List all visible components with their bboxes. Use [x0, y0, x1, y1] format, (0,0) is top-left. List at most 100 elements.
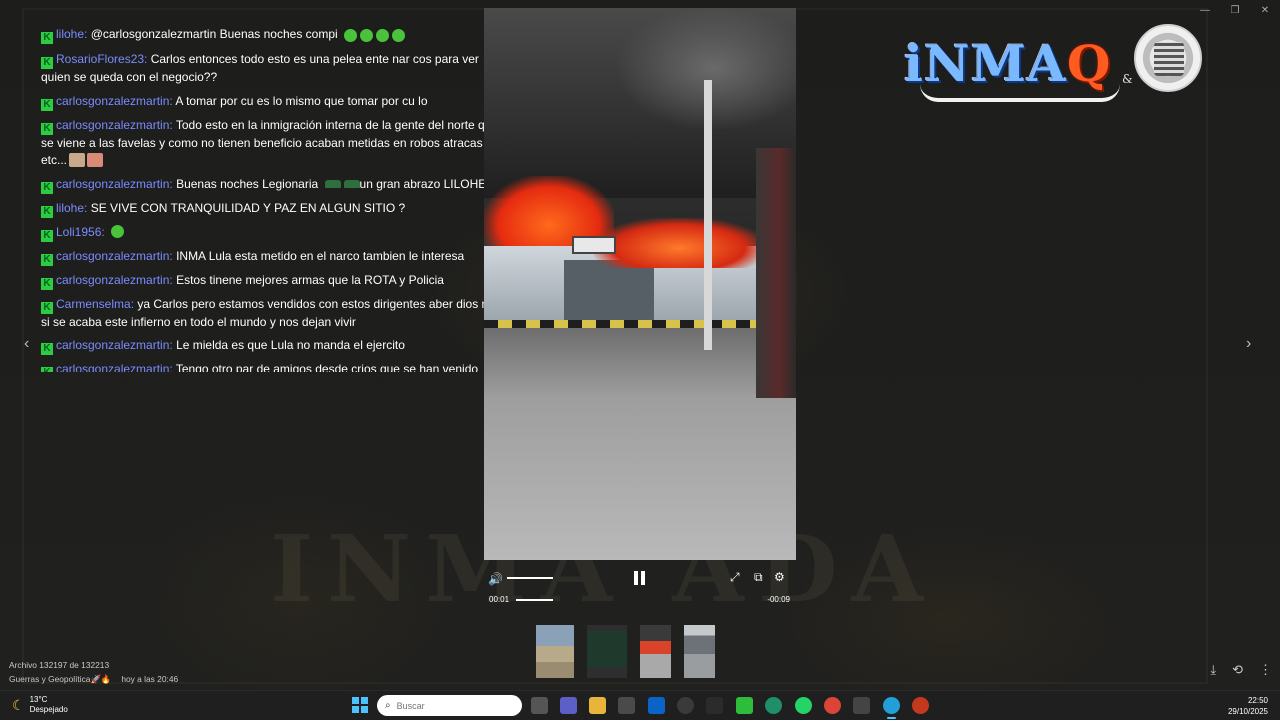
sick-face-emoji-icon: [360, 29, 374, 42]
file-counter: Archivo 132197 de 132213: [9, 660, 110, 670]
channel-name[interactable]: Guerras y Geopolítica🚀🔥: [9, 674, 111, 684]
video-pole: [704, 80, 712, 350]
kick-badge-icon: K: [41, 98, 53, 111]
kick-badge-icon: K: [41, 253, 53, 266]
volume-slider[interactable]: [507, 577, 553, 579]
windows-start-icon[interactable]: [352, 697, 368, 713]
kick-badge-icon: K: [41, 229, 53, 242]
thumbnail[interactable]: [587, 625, 627, 678]
sick-face-emoji-icon: [392, 29, 406, 42]
chat-username[interactable]: carlosgonzalezmartin: [56, 273, 169, 287]
video-curb: [484, 320, 796, 328]
sick-face-emoji-icon: [111, 224, 125, 238]
app-icon[interactable]: [853, 697, 870, 714]
car-emoji-icon: [324, 179, 341, 188]
chat-username[interactable]: lilohe: [56, 201, 84, 215]
kick-badge-icon: K: [41, 122, 53, 135]
download-icon[interactable]: ⤓: [1210, 662, 1216, 678]
task-view-icon[interactable]: [531, 697, 548, 714]
powerpoint-icon[interactable]: [912, 697, 929, 714]
chat-text: Buenas noches Legionaria: [176, 176, 319, 191]
chat-text: Estos tinene mejores armas que la ROTA y…: [176, 272, 444, 287]
unity-icon[interactable]: [706, 697, 723, 714]
chat-text: A tomar por cu es lo mismo que tomar por…: [175, 93, 428, 108]
thumbnail-active[interactable]: [640, 625, 671, 678]
kick-badge-icon: K: [41, 181, 53, 194]
more-options-icon[interactable]: ⋮: [1259, 662, 1272, 678]
chat-text: Le mielda es que Lula no manda el ejerci…: [176, 338, 405, 353]
kick-badge-icon: K: [41, 277, 53, 290]
logo-swoosh: [920, 84, 1120, 102]
sick-face-emoji-icon: [376, 29, 390, 42]
previous-arrow-icon[interactable]: ‹: [24, 335, 29, 353]
chat-text: Tengo otro par de amigos desde crios que…: [175, 362, 479, 372]
close-button[interactable]: ✕: [1250, 0, 1280, 20]
store-icon[interactable]: [618, 697, 635, 714]
chat-message: Kcarlosgonzalezmartin: Tengo otro par de…: [41, 361, 501, 372]
chat-username[interactable]: carlosgonzalezmartin: [56, 249, 169, 263]
video-storefront: [564, 260, 654, 322]
sick-face-emoji-icon: [344, 29, 358, 42]
video-fuel-pump: [756, 148, 796, 398]
minimize-button[interactable]: —: [1190, 0, 1220, 20]
kick-badge-icon: K: [41, 301, 53, 314]
thumbnail[interactable]: [536, 625, 574, 678]
chrome-icon[interactable]: [824, 697, 841, 714]
viewer-tools: ⤓ ⟲ ⋮: [1210, 662, 1272, 678]
next-arrow-icon[interactable]: ›: [1246, 335, 1251, 353]
emoji-group: [341, 28, 406, 45]
boxing-emoji-icon: [87, 153, 104, 168]
video-sign: [572, 236, 616, 254]
search-input[interactable]: [396, 700, 507, 711]
time-remaining: -00:09: [767, 595, 790, 604]
kick-badge-icon: K: [41, 32, 53, 44]
chat-message: K Carmenselma: ya Carlos pero estamos ven…: [41, 296, 501, 329]
search-icon: ⌕: [385, 700, 391, 711]
taskbar-search[interactable]: ⌕: [377, 695, 522, 716]
edge-icon[interactable]: [765, 697, 782, 714]
pause-button[interactable]: [633, 571, 647, 585]
system-clock[interactable]: 22:50 29/10/2025: [1228, 695, 1268, 717]
chat-text: INMA Lula esta metido en el narco tambie…: [176, 248, 465, 263]
window-controls: — ❐ ✕: [1190, 0, 1280, 20]
github-icon[interactable]: [677, 697, 694, 714]
logo-ampersand: &: [1122, 72, 1133, 86]
inmaq-logo: iNMAQ &: [900, 24, 1205, 106]
chat-username[interactable]: carlosgonzalezmartin: [56, 118, 169, 132]
chat-message: K RosarioFlores23: Carlos entonces todo e…: [41, 52, 479, 85]
maximize-button[interactable]: ❐: [1220, 0, 1250, 20]
camtasia-icon[interactable]: [736, 697, 753, 714]
chat-text: @carlosgonzalezmartin Buenas noches comp…: [90, 27, 338, 41]
file-explorer-icon[interactable]: [589, 697, 606, 714]
rotate-icon[interactable]: ⟲: [1232, 662, 1243, 678]
chat-username[interactable]: Loli1956: [56, 225, 101, 239]
kick-badge-icon: K: [41, 343, 53, 356]
volume-icon[interactable]: 🔊: [488, 572, 503, 586]
chat-username[interactable]: Carmenselma: [56, 297, 131, 311]
kick-badge-icon: K: [41, 57, 53, 70]
chat-username[interactable]: carlosgonzalezmartin: [56, 362, 169, 372]
chat-username[interactable]: carlosgonzalezmartin: [56, 177, 169, 191]
seek-bar[interactable]: [516, 599, 553, 601]
file-info: Archivo 132197 de 132213 Guerras y Geopo…: [9, 658, 178, 686]
whatsapp-icon[interactable]: [795, 697, 812, 714]
outlook-icon[interactable]: [648, 697, 665, 714]
picture-in-picture-icon[interactable]: ⧉: [754, 570, 763, 585]
chat-message: Klilohe: @carlosgonzalezmartin Buenas no…: [41, 26, 501, 45]
taskbar: ☾ 13°C Despejado ⌕ 22:50 29/10/2025: [0, 690, 1280, 720]
telegram-icon[interactable]: [883, 697, 900, 719]
car-emoji-icon: [343, 179, 360, 188]
chat-username[interactable]: lilohe: [56, 27, 84, 41]
chat-username[interactable]: carlosgonzalezmartin: [56, 94, 169, 108]
video-fire: [594, 218, 764, 268]
video-player[interactable]: [484, 8, 796, 560]
weather-widget[interactable]: ☾ 13°C Despejado: [12, 695, 68, 715]
chat-message: Kcarlosgonzalezmartin: Todo esto en la i…: [41, 117, 499, 168]
fullscreen-icon[interactable]: ⤢: [730, 570, 740, 585]
chat-username[interactable]: carlosgonzalezmartin: [56, 338, 169, 352]
kick-badge-icon: K: [41, 367, 53, 372]
subtitles-icon[interactable]: ⚙: [774, 570, 785, 584]
teams-icon[interactable]: [560, 697, 577, 714]
thumbnail[interactable]: [684, 625, 715, 678]
chat-username[interactable]: RosarioFlores23: [56, 52, 144, 66]
